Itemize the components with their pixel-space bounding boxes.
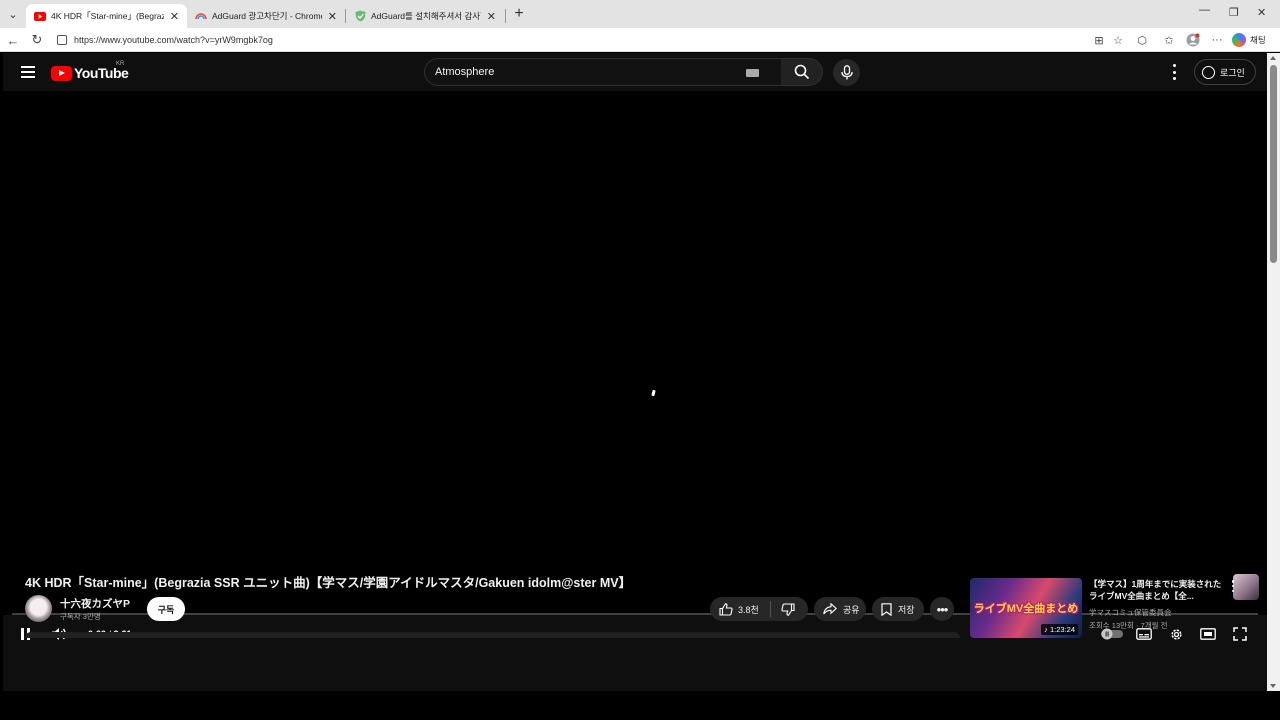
video-title: 4K HDR「Star-mine」(Begrazia SSR ユニット曲)【学マ… — [25, 576, 632, 590]
back-arrow-icon[interactable]: ← — [5, 32, 21, 48]
more-menu-icon[interactable]: ··· — [1210, 33, 1224, 47]
window-close-icon[interactable]: ✕ — [1257, 6, 1266, 19]
microphone-icon — [840, 65, 853, 80]
new-tab-plus-icon[interactable]: + — [510, 5, 528, 23]
recommended-more-icon[interactable] — [1230, 580, 1236, 592]
search-icon — [794, 64, 809, 80]
thumbs-up-icon — [719, 602, 733, 616]
fullscreen-icon — [1233, 627, 1247, 641]
page-scrollbar[interactable] — [1267, 53, 1280, 691]
tab-search-chevron-icon[interactable]: ⌄ — [4, 5, 22, 23]
thumbnail-caption: ライブMV全曲まとめ — [973, 603, 1079, 615]
close-icon[interactable]: ✕ — [328, 10, 337, 23]
recommended-channel-name[interactable]: 学マスコミュ保管委員会 — [1089, 607, 1172, 618]
chat-label: 채팅 — [1250, 35, 1266, 45]
like-divider — [770, 601, 771, 617]
address-bar: ← ↻ https://www.youtube.com/watch?v=yrW9… — [0, 28, 1280, 52]
recommended-video-title[interactable]: 【学マス】1周年までに実装されたライブMV全曲まとめ【全... — [1089, 578, 1224, 602]
dislike-button[interactable] — [770, 602, 806, 616]
favorite-star-icon[interactable]: ☆ — [1111, 33, 1125, 47]
theater-mode-icon — [1200, 628, 1216, 640]
tab-separator — [505, 9, 506, 23]
profile-icon[interactable] — [1186, 33, 1200, 47]
share-label: 공유 — [843, 604, 860, 615]
share-button[interactable]: 공유 — [814, 597, 866, 621]
recommended-video-thumbnail[interactable]: ライブMV全曲まとめ ♪ 1:23:24 — [970, 578, 1082, 638]
fullscreen-button[interactable] — [1232, 627, 1248, 641]
close-icon[interactable]: ✕ — [487, 10, 496, 23]
youtube-logo[interactable]: YouTube KR — [51, 61, 129, 81]
tab-adguard-thanks[interactable]: AdGuard를 설치해주셔서 감사합니 ✕ — [346, 4, 504, 28]
video-duration: ♪ 1:23:24 — [1041, 624, 1078, 635]
tab-youtube[interactable]: 4K HDR「Star-mine」(Begrazia SSR ✕ — [26, 4, 187, 28]
like-button[interactable]: 3.8천 — [710, 602, 770, 616]
account-circle-icon — [1202, 65, 1215, 79]
chat-button[interactable]: 채팅 — [1232, 31, 1266, 49]
url-text: https://www.youtube.com/watch?v=yrW9mgbk… — [74, 35, 273, 45]
scroll-up-arrow-icon[interactable] — [1270, 56, 1276, 60]
gear-icon — [1170, 628, 1182, 640]
rainbow-icon — [195, 10, 207, 22]
recommended-video-meta: 조회수 13만회 · 7개월 전 — [1089, 621, 1168, 630]
region-code: KR — [116, 61, 125, 67]
scrollbar-thumb[interactable] — [1270, 65, 1277, 263]
like-dislike-group: 3.8천 — [710, 597, 808, 621]
save-label: 저장 — [898, 604, 915, 615]
search-input[interactable]: Atmosphere — [424, 58, 782, 86]
login-button[interactable]: 로그인 — [1194, 59, 1256, 85]
channel-avatar[interactable] — [25, 595, 52, 622]
loading-spinner — [651, 389, 656, 397]
bookmark-icon — [881, 602, 892, 616]
site-info-icon[interactable] — [57, 35, 67, 45]
browser-tab-bar: ⌄ 4K HDR「Star-mine」(Begrazia SSR ✕ AdGua… — [0, 0, 1280, 28]
minimize-icon[interactable]: — — [1199, 4, 1210, 16]
channel-name[interactable]: 十六夜カズヤP — [60, 596, 130, 611]
youtube-page: YouTube KR Atmosphere 로그인 0:00 / 3:21 — [3, 53, 1267, 691]
more-horizontal-icon: ••• — [936, 601, 949, 617]
search-button[interactable] — [781, 58, 823, 86]
copilot-icon — [1232, 33, 1246, 47]
search-query: Atmosphere — [435, 66, 495, 78]
tab-title: AdGuard 광고차단기 - Chrome 웹 — [212, 11, 322, 21]
settings-more-icon[interactable] — [1169, 64, 1179, 80]
thumbs-down-icon — [781, 602, 795, 616]
keyboard-icon[interactable] — [746, 69, 759, 77]
more-actions-button[interactable]: ••• — [930, 597, 954, 621]
description-box[interactable] — [25, 632, 960, 638]
subscribe-button[interactable]: 구독 — [147, 597, 185, 621]
menu-hamburger-icon[interactable] — [21, 66, 35, 78]
settings-button[interactable] — [1168, 627, 1184, 641]
subscriber-count: 구독자 3만명 — [60, 612, 101, 621]
voice-search-button[interactable] — [833, 59, 860, 86]
youtube-play-icon — [51, 65, 72, 81]
theater-mode-button[interactable] — [1200, 627, 1216, 641]
close-icon[interactable]: ✕ — [170, 10, 179, 23]
logo-text: YouTube — [74, 65, 129, 81]
shield-icon — [354, 10, 366, 22]
save-button[interactable]: 저장 — [872, 597, 924, 621]
favorites-icon[interactable]: ✩ — [1162, 33, 1176, 47]
youtube-icon — [34, 10, 46, 22]
tab-adguard-store[interactable]: AdGuard 광고차단기 - Chrome 웹 ✕ — [187, 4, 345, 28]
refresh-icon[interactable]: ↻ — [29, 32, 45, 48]
url-field[interactable]: https://www.youtube.com/watch?v=yrW9mgbk… — [50, 30, 1140, 50]
tab-title: AdGuard를 설치해주셔서 감사합니 — [371, 11, 481, 21]
video-player[interactable]: 0:00 / 3:21 — [3, 91, 1267, 641]
channel-watermark[interactable] — [1233, 574, 1259, 600]
login-label: 로그인 — [1220, 67, 1245, 78]
share-icon — [823, 603, 837, 615]
scroll-down-arrow-icon[interactable] — [1270, 684, 1276, 688]
tab-title: 4K HDR「Star-mine」(Begrazia SSR — [51, 11, 164, 21]
like-count: 3.8천 — [738, 604, 759, 615]
extensions-icon[interactable]: ⬡ — [1135, 33, 1149, 47]
translate-icon[interactable]: ⊞ — [1092, 33, 1106, 47]
restore-icon[interactable]: ❐ — [1229, 6, 1239, 19]
